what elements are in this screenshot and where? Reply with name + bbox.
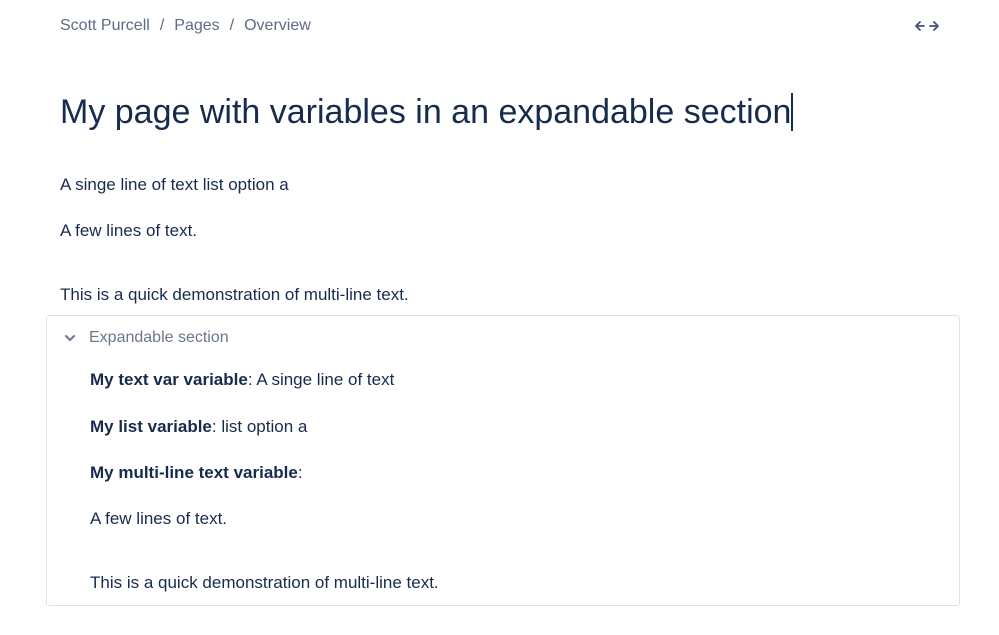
expandable-section-title: Expandable section	[89, 329, 229, 346]
variable-value: : A singe line of text	[247, 370, 395, 389]
breadcrumb-separator: /	[159, 17, 165, 34]
body-paragraph: A singe line of text list option a	[60, 175, 289, 194]
expand-width-arrows-icon	[915, 21, 939, 31]
chevron-down-icon[interactable]	[61, 329, 79, 347]
breadcrumb-item-overview[interactable]: Overview	[244, 17, 311, 35]
variable-row: My text var variable: A singe line of te…	[90, 369, 394, 391]
page-title[interactable]: My page with variables in an expandable …	[60, 90, 793, 134]
expand-width-button[interactable]	[913, 15, 941, 37]
expandable-section-header[interactable]: Expandable section	[61, 327, 229, 349]
breadcrumb-item-pages[interactable]: Pages	[174, 17, 219, 35]
page-title-text: My page with variables in an expandable …	[60, 93, 792, 131]
body-paragraph: This is a quick demonstration of multi-l…	[60, 285, 409, 304]
body-paragraph: A few lines of text.	[60, 221, 198, 240]
variable-row: My multi-line text variable:	[90, 462, 303, 484]
variable-label: My text var variable	[90, 370, 248, 389]
breadcrumb: Scott Purcell / Pages / Overview	[60, 15, 311, 37]
expand-paragraph: This is a quick demonstration of multi-l…	[90, 573, 439, 592]
breadcrumb-separator: /	[229, 17, 235, 34]
breadcrumb-item-space[interactable]: Scott Purcell	[60, 17, 150, 35]
expand-paragraph: A few lines of text.	[90, 509, 228, 528]
text-cursor	[791, 93, 793, 131]
variable-value: :	[297, 463, 303, 482]
variable-label: My list variable	[90, 417, 212, 436]
expandable-section: Expandable section My text var variable:…	[46, 315, 960, 606]
variable-value: : list option a	[211, 417, 308, 436]
variable-row: My list variable: list option a	[90, 416, 307, 438]
variable-label: My multi-line text variable	[90, 463, 298, 482]
